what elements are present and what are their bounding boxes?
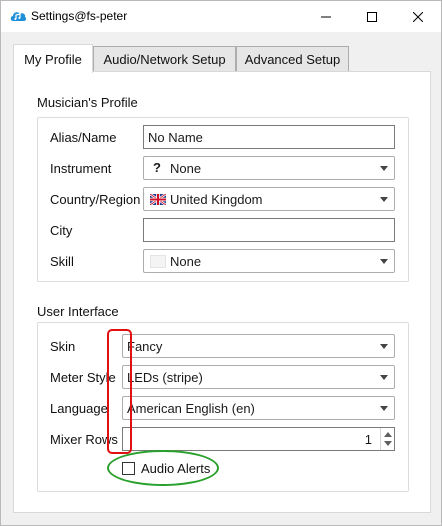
maximize-button[interactable] [349, 1, 395, 32]
question-mark-icon: ? [153, 160, 161, 175]
chevron-down-icon [380, 166, 388, 171]
tab-my-profile[interactable]: My Profile [13, 44, 93, 73]
green-highlight-annotation [107, 450, 219, 486]
meter-style-label: Meter Style [50, 370, 116, 385]
meter-style-value: LEDs (stripe) [127, 370, 203, 385]
settings-window: Settings@fs-peter My Profile Audio/Netwo… [0, 0, 442, 526]
alias-input[interactable]: No Name [143, 125, 395, 149]
red-highlight-annotation [107, 329, 132, 454]
chevron-down-icon [380, 259, 388, 264]
alias-label: Alias/Name [50, 130, 117, 145]
skill-value: None [170, 254, 202, 269]
blank-skill-icon [150, 255, 166, 268]
uk-flag-icon [150, 194, 166, 205]
instrument-label: Instrument [50, 161, 112, 176]
tab-panel-my-profile: Musician's Profile Alias/Name No Name In… [13, 71, 431, 513]
skin-select[interactable]: Fancy [122, 334, 395, 358]
country-value: United Kingdom [170, 192, 263, 207]
mixer-rows-value: 1 [364, 432, 372, 447]
chevron-up-icon[interactable] [384, 432, 392, 437]
language-label: Language [50, 401, 108, 416]
tab-advanced-setup[interactable]: Advanced Setup [236, 46, 349, 72]
user-interface-title: User Interface [37, 304, 119, 319]
chevron-down-icon [380, 375, 388, 380]
city-input[interactable] [143, 218, 395, 242]
chevron-down-icon [380, 344, 388, 349]
instrument-value: None [170, 161, 202, 176]
country-label: Country/Region [50, 192, 141, 207]
skin-value: Fancy [127, 339, 163, 354]
mixer-rows-spinbox[interactable]: 1 [122, 427, 395, 451]
instrument-select[interactable]: ? None [143, 156, 395, 180]
chevron-down-icon[interactable] [384, 441, 392, 446]
chevron-down-icon [380, 197, 388, 202]
city-label: City [50, 223, 73, 238]
language-value: American English (en) [127, 401, 255, 416]
language-select[interactable]: American English (en) [122, 396, 395, 420]
chevron-down-icon [380, 406, 388, 411]
close-button[interactable] [395, 1, 441, 32]
country-select[interactable]: United Kingdom [143, 187, 395, 211]
skill-select[interactable]: None [143, 249, 395, 273]
skin-label: Skin [50, 339, 76, 354]
meter-style-select[interactable]: LEDs (stripe) [122, 365, 395, 389]
skill-label: Skill [50, 254, 74, 269]
maximize-icon [367, 11, 377, 22]
musicians-profile-title: Musician's Profile [37, 95, 138, 110]
app-icon [10, 12, 27, 21]
close-icon [413, 11, 423, 22]
minimize-icon [321, 16, 331, 17]
window-title: Settings@fs-peter [31, 9, 128, 23]
minimize-button[interactable] [303, 1, 349, 32]
title-bar[interactable]: Settings@fs-peter [1, 1, 441, 32]
tab-audio-network-setup[interactable]: Audio/Network Setup [93, 46, 236, 72]
mixer-rows-stepper[interactable] [380, 428, 394, 450]
